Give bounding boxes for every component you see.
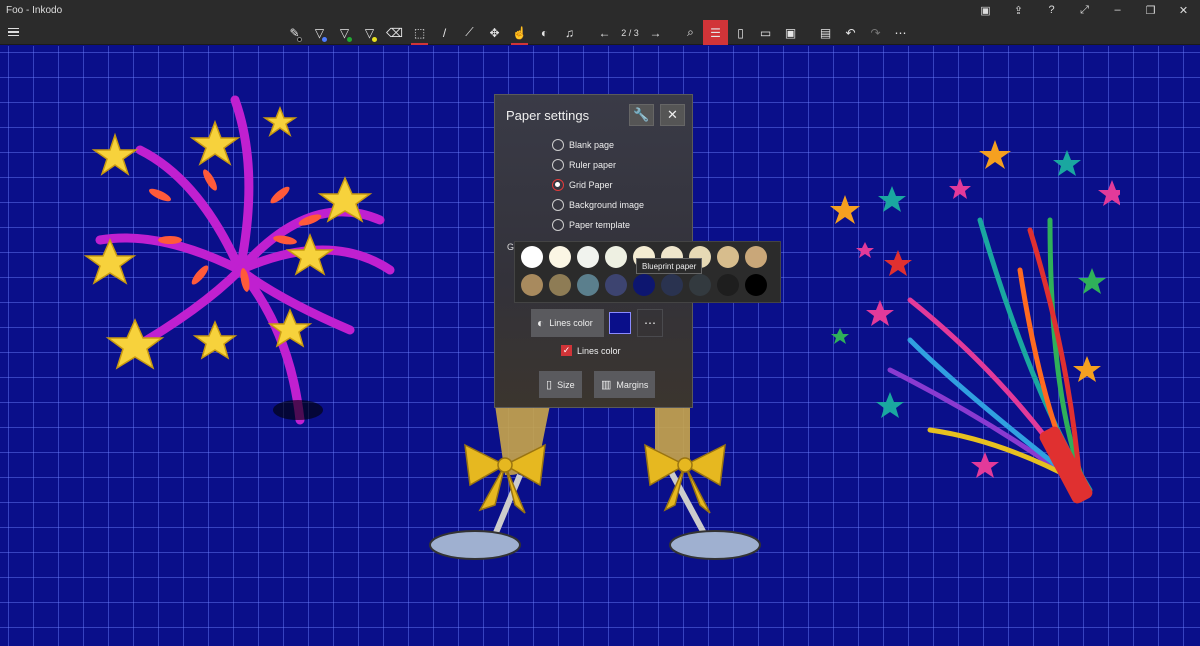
party-popper-image (830, 140, 1120, 504)
close-icon: ✕ (667, 107, 678, 122)
radio-label: Grid Paper (569, 180, 613, 190)
margins-icon: ▥ (601, 379, 612, 391)
fireworks-image (83, 95, 395, 425)
move-icon[interactable]: ✥ (482, 20, 507, 45)
margins-button[interactable]: ▥ Margins (594, 371, 656, 398)
eraser-icon[interactable]: ⌫ (382, 20, 407, 45)
margins-button-label: Margins (616, 379, 649, 390)
color-swatch[interactable] (689, 274, 711, 296)
radio-indicator[interactable] (552, 139, 564, 151)
close-window-button[interactable]: ✕ (1167, 0, 1200, 20)
next-page-icon[interactable]: → (643, 20, 668, 45)
highlighter-yellow-icon[interactable]: ▽ (357, 20, 382, 45)
previous-page-icon[interactable]: ← (592, 20, 617, 45)
color-swatch[interactable] (521, 246, 543, 268)
color-swatch[interactable] (745, 246, 767, 268)
share-icon[interactable]: ⇪ (1002, 0, 1035, 20)
radio-label: Background image (569, 200, 645, 210)
lines-color-checkbox[interactable]: ✓ (561, 345, 572, 356)
radio-ruler-paper[interactable]: Ruler paper (552, 159, 616, 171)
title-bar: Foo - Inkodo ▣ ⇪ ? ⤢ – ❐ ✕ (0, 0, 1200, 20)
size-button[interactable]: ▯ Size (539, 371, 582, 398)
clipboard-icon[interactable]: ▤ (813, 20, 838, 45)
pencil-icon[interactable]: / (432, 20, 457, 45)
help-icon[interactable]: ? (1035, 0, 1068, 20)
undo-icon[interactable]: ↶ (838, 20, 863, 45)
radio-indicator[interactable] (552, 199, 564, 211)
color-swatch[interactable] (549, 274, 571, 296)
size-button-label: Size (557, 379, 575, 390)
color-swatch[interactable] (605, 274, 627, 296)
color-swatch[interactable] (717, 274, 739, 296)
more-icon: ⋯ (644, 316, 656, 330)
pen-black-icon[interactable]: ✎ (282, 20, 307, 45)
radio-label: Paper template (569, 220, 631, 230)
lines-color-button[interactable]: ◐ Lines color (531, 309, 604, 337)
champagne-glasses-image (429, 405, 761, 560)
redo-icon[interactable]: ↷ (863, 20, 888, 45)
toolbar: ✎ ▽ ▽ ▽ ⌫ ⬚ / ⟋ ✥ ☝ ◐ ♫ ← 2 / 3 → ⌕ ☰ ▯ … (0, 20, 1200, 45)
zoom-icon[interactable]: ⌕ (678, 20, 703, 45)
selection-icon[interactable]: ⬚ (407, 20, 432, 45)
color-swatch[interactable] (745, 274, 767, 296)
radio-indicator[interactable] (552, 219, 564, 231)
touch-writing-icon[interactable]: ☝ (507, 20, 532, 45)
open-folder-icon[interactable]: ▭ (753, 20, 778, 45)
pen-blue-icon[interactable]: ▽ (307, 20, 332, 45)
paper-settings-icon[interactable]: ☰ (703, 20, 728, 45)
ruler-icon[interactable]: ⟋ (457, 20, 482, 45)
radio-label: Blank page (569, 140, 615, 150)
new-file-icon[interactable]: ▯ (728, 20, 753, 45)
document-icon: ▯ (546, 379, 553, 391)
color-swatch[interactable] (521, 274, 543, 296)
color-swatch[interactable] (661, 274, 683, 296)
color-swatch[interactable] (605, 246, 627, 268)
radio-blank-page[interactable]: Blank page (552, 139, 614, 151)
radio-label: Ruler paper (569, 160, 617, 170)
lines-color-button-label: Lines color (549, 318, 593, 328)
close-panel-button[interactable]: ✕ (660, 104, 685, 126)
fullscreen-icon[interactable]: ⤢ (1068, 0, 1101, 20)
hamburger-menu-icon[interactable] (4, 23, 22, 41)
wrench-icon: 🔧 (633, 107, 650, 122)
minimize-button[interactable]: – (1101, 0, 1134, 20)
palette-icon[interactable]: ◐ (532, 20, 557, 45)
radio-paper-template[interactable]: Paper template (552, 219, 630, 231)
tooltip: Blueprint paper (636, 258, 703, 274)
radio-indicator[interactable] (552, 179, 564, 191)
window-title: Foo - Inkodo (6, 4, 63, 16)
color-swatch[interactable] (549, 246, 571, 268)
radio-indicator[interactable] (552, 159, 564, 171)
pen-green-icon[interactable]: ▽ (332, 20, 357, 45)
page-indicator: 2 / 3 (621, 27, 639, 38)
lines-color-swatch[interactable] (609, 312, 631, 334)
checkbox-label: Lines color (577, 345, 621, 356)
color-swatch[interactable] (577, 246, 599, 268)
radio-background-image[interactable]: Background image (552, 199, 644, 211)
radio-grid-paper[interactable]: Grid Paper (552, 179, 613, 191)
color-swatch[interactable] (633, 274, 655, 296)
more-icon[interactable]: ⋯ (888, 20, 913, 45)
microphone-icon[interactable]: ♫ (557, 20, 582, 45)
more-options-button[interactable]: ⋯ (637, 309, 663, 337)
restore-button[interactable]: ❐ (1134, 0, 1167, 20)
color-swatch[interactable] (577, 274, 599, 296)
panel-title: Paper settings (506, 108, 590, 123)
wrench-button[interactable]: 🔧 (629, 104, 654, 126)
color-swatch[interactable] (717, 246, 739, 268)
palette-icon: ◐ (537, 316, 545, 330)
lines-color-checkbox-row[interactable]: ✓ Lines color (561, 345, 621, 356)
briefcase-icon[interactable]: ▣ (969, 0, 1002, 20)
save-icon[interactable]: ▣ (778, 20, 803, 45)
grid-label-fragment: G (507, 242, 515, 252)
